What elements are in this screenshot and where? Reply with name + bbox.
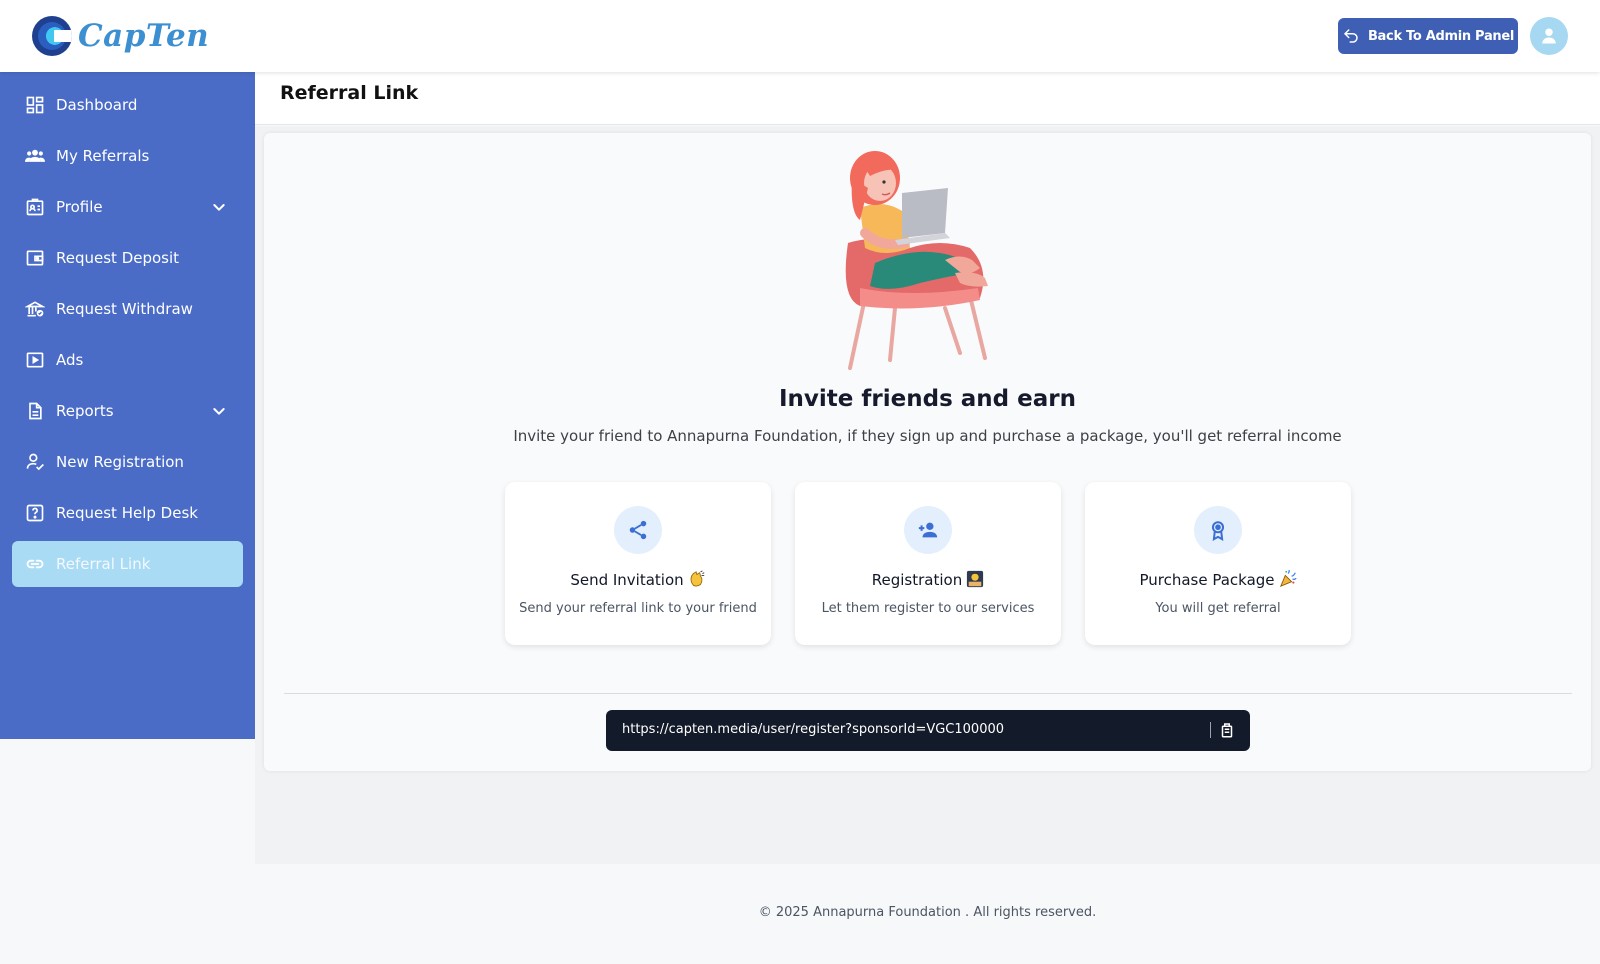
- referral-url-text[interactable]: https://capten.media/user/register?spons…: [622, 722, 1004, 737]
- sidebar-item-label: New Registration: [56, 453, 184, 471]
- invite-description: Invite your friend to Annapurna Foundati…: [513, 427, 1342, 445]
- add-user-icon: [918, 522, 938, 538]
- step-title: Purchase Package: [1085, 570, 1351, 589]
- referral-link-field[interactable]: https://capten.media/user/register?spons…: [606, 710, 1250, 751]
- woman-with-laptop-illustration: [845, 151, 988, 370]
- brand-name: CapTen: [78, 18, 210, 54]
- step-card-registration: Registration Let them register to our se…: [795, 482, 1061, 645]
- step-title-text: Purchase Package: [1139, 571, 1275, 589]
- users-icon: [24, 145, 46, 167]
- sidebar-item-label: Request Help Desk: [56, 504, 198, 522]
- step-icon-circle: [614, 506, 662, 554]
- sidebar-item-label: Request Deposit: [56, 249, 180, 267]
- sidebar-item-request-withdraw[interactable]: Request Withdraw: [12, 286, 243, 332]
- step-description: Send your referral link to your friend: [519, 601, 757, 616]
- award-icon: [1211, 521, 1225, 541]
- bank-icon: [24, 298, 46, 320]
- user-avatar[interactable]: [1530, 17, 1568, 55]
- sidebar-item-label: Reports: [56, 402, 114, 420]
- step-description: Let them register to our services: [821, 601, 1035, 616]
- sidebar-item-profile[interactable]: Profile: [12, 184, 243, 230]
- sidebar-item-label: Request Withdraw: [56, 300, 193, 318]
- sidebar-item-dashboard[interactable]: Dashboard: [12, 82, 243, 128]
- sidebar-item-label: Ads: [56, 351, 84, 369]
- chevron-down-icon: [213, 408, 225, 415]
- sidebar-item-my-referrals[interactable]: My Referrals: [12, 133, 243, 179]
- section-divider: [284, 693, 1572, 694]
- capten-logo-icon: [32, 16, 72, 56]
- step-title-text: Registration: [871, 571, 963, 589]
- share-icon: [629, 520, 647, 540]
- sidebar-item-request-deposit[interactable]: Request Deposit: [12, 235, 243, 281]
- sidebar-item-label: Profile: [56, 198, 103, 216]
- sidebar-item-label: Referral Link: [56, 555, 151, 573]
- page-title: Referral Link: [280, 82, 419, 104]
- step-icon-circle: [904, 506, 952, 554]
- sidebar-item-label: My Referrals: [56, 147, 150, 165]
- id-card-icon: [24, 196, 46, 218]
- link-icon: [24, 553, 46, 575]
- step-card-purchase-package: Purchase Package You will get referral: [1085, 482, 1351, 645]
- user-icon: [1542, 28, 1556, 44]
- footer-copyright: © 2025 Annapurna Foundation . All rights…: [758, 905, 1097, 920]
- wallet-icon: [24, 247, 46, 269]
- dashboard-icon: [24, 94, 46, 116]
- sidebar-item-label: Dashboard: [56, 96, 138, 114]
- document-icon: [24, 400, 46, 422]
- sidebar-item-request-help-desk[interactable]: Request Help Desk: [12, 490, 243, 536]
- step-description: You will get referral: [1155, 601, 1281, 616]
- play-icon: [24, 349, 46, 371]
- sidebar-item-new-registration[interactable]: New Registration: [12, 439, 243, 485]
- person-at-computer-icon: [967, 570, 984, 588]
- sidebar-item-referral-link[interactable]: Referral Link: [12, 541, 243, 587]
- step-title: Registration: [795, 570, 1061, 589]
- invite-headline: Invite friends and earn: [779, 386, 1076, 412]
- clapping-hands-icon: [690, 570, 705, 587]
- top-header: CapTen Back To Admin Panel: [0, 0, 1600, 72]
- back-to-admin-label: Back To Admin Panel: [1367, 28, 1515, 44]
- step-icon-circle: [1194, 506, 1242, 554]
- step-title-text: Send Invitation: [570, 571, 684, 589]
- back-to-admin-button[interactable]: Back To Admin Panel: [1338, 18, 1518, 54]
- copy-icon[interactable]: [1218, 721, 1236, 739]
- user-check-icon: [24, 451, 46, 473]
- sidebar-item-ads[interactable]: Ads: [12, 337, 243, 383]
- brand-logo[interactable]: CapTen: [32, 14, 209, 58]
- sidebar: Dashboard My Referrals Profile Request D…: [0, 72, 255, 739]
- page-header: Referral Link: [255, 72, 1600, 125]
- back-arrow-icon: [1344, 29, 1358, 43]
- sidebar-item-reports[interactable]: Reports: [12, 388, 243, 434]
- chevron-down-icon: [213, 204, 225, 211]
- link-separator: [1210, 722, 1211, 738]
- step-title: Send Invitation: [505, 570, 771, 589]
- party-popper-icon: [1279, 570, 1297, 588]
- help-icon: [24, 502, 46, 524]
- step-card-send-invitation: Send Invitation Send your referral link …: [505, 482, 771, 645]
